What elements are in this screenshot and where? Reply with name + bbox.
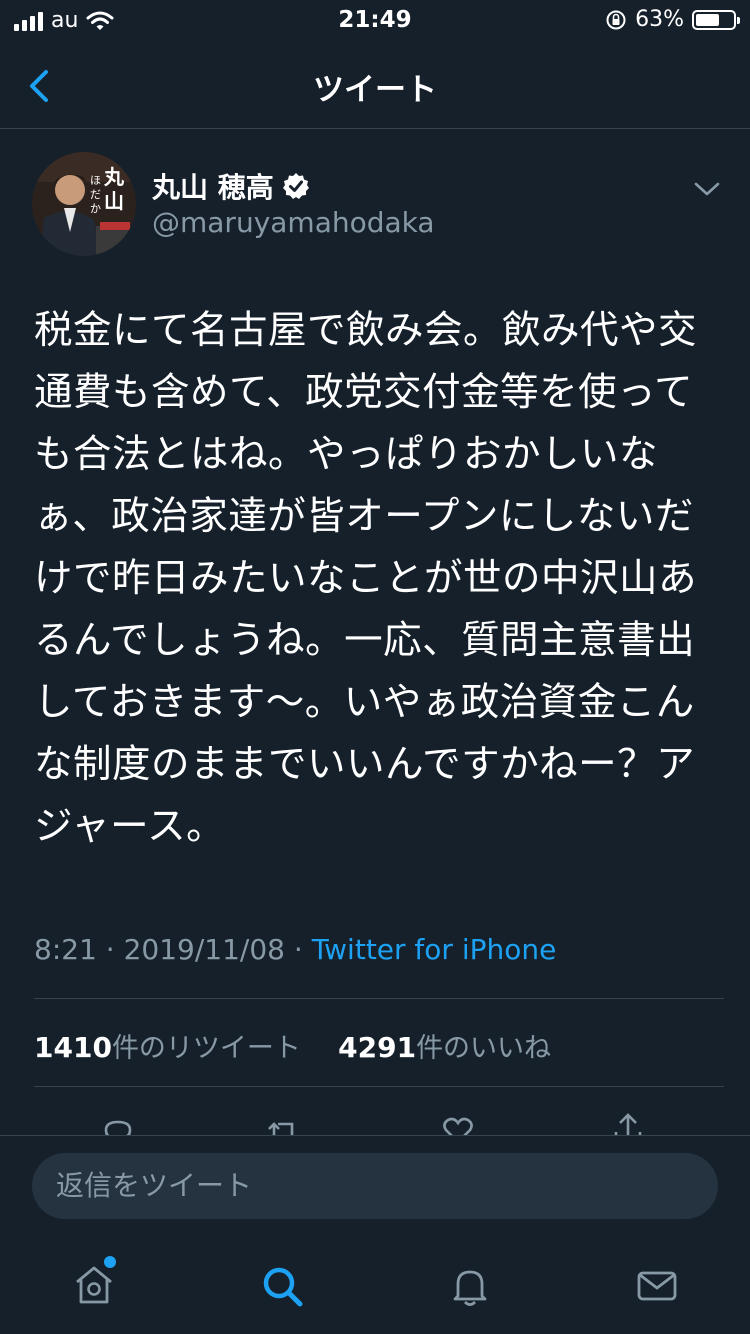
- avatar-image: 丸 山 ほ だ か: [32, 152, 136, 256]
- mail-icon[interactable]: [633, 1262, 681, 1310]
- tweet-meta: 8:21 · 2019/11/08 · Twitter for iPhone: [34, 933, 556, 966]
- like-icon[interactable]: [438, 1110, 478, 1136]
- nav-bar: ツイート: [0, 44, 750, 129]
- like-count: 4291: [338, 1031, 417, 1064]
- orientation-lock-icon: [606, 10, 626, 29]
- svg-text:ほ: ほ: [90, 174, 101, 187]
- chevron-down-icon[interactable]: [692, 174, 722, 204]
- tweet-actions: [0, 1100, 750, 1136]
- battery-icon: [692, 9, 740, 30]
- reply-icon[interactable]: [98, 1110, 138, 1136]
- tweet-stats: 1410件のリツイート 4291件のいいね: [34, 1026, 551, 1065]
- reply-bar-border: [0, 1135, 750, 1136]
- status-bar: au 21:49 63%: [0, 0, 750, 44]
- page-title: ツイート: [313, 72, 437, 108]
- author-handle[interactable]: @maruyamahodaka: [152, 206, 435, 239]
- author-name-row[interactable]: 丸山 穂高: [152, 166, 310, 206]
- tweet-date: 2019/11/08: [123, 933, 285, 966]
- svg-text:か: か: [90, 202, 101, 215]
- battery-percent: 63%: [635, 7, 684, 32]
- retweet-label: 件のリツイート: [111, 1033, 301, 1064]
- svg-text:だ: だ: [90, 188, 101, 201]
- likes-stat[interactable]: 4291件のいいね: [338, 1031, 552, 1064]
- svg-text:丸: 丸: [103, 165, 125, 189]
- tweet-source-link[interactable]: Twitter for iPhone: [312, 933, 557, 966]
- share-icon[interactable]: [608, 1110, 648, 1136]
- home-icon[interactable]: [70, 1262, 118, 1310]
- bell-icon[interactable]: [446, 1262, 494, 1310]
- meta-separator: ·: [284, 933, 312, 966]
- tweet-author: 丸 山 ほ だ か 丸山 穂高 @maruyamahodaka: [32, 152, 722, 262]
- meta-separator: ·: [96, 933, 124, 966]
- reply-input[interactable]: 返信をツイート: [32, 1153, 718, 1219]
- tweet-time: 8:21: [34, 933, 97, 966]
- status-right: 63%: [605, 7, 740, 32]
- author-name: 丸山 穂高: [152, 171, 274, 204]
- verified-badge-icon: [282, 173, 309, 199]
- tweet-text: 税金にて名古屋で飲み会。飲み代や交通費も含めて、政党交付金等を使っても合法とはね…: [34, 308, 698, 849]
- retweets-stat[interactable]: 1410件のリツイート: [34, 1031, 301, 1064]
- divider: [34, 998, 724, 999]
- new-tweets-dot: [104, 1256, 116, 1268]
- battery-fill: [696, 13, 719, 26]
- retweet-count: 1410: [34, 1031, 112, 1064]
- svg-text:山: 山: [104, 189, 124, 213]
- divider: [34, 1086, 724, 1087]
- search-icon[interactable]: [258, 1262, 306, 1310]
- avatar[interactable]: 丸 山 ほ だ か: [32, 152, 136, 256]
- like-label: 件のいいね: [416, 1033, 552, 1064]
- retweet-icon[interactable]: [264, 1110, 304, 1136]
